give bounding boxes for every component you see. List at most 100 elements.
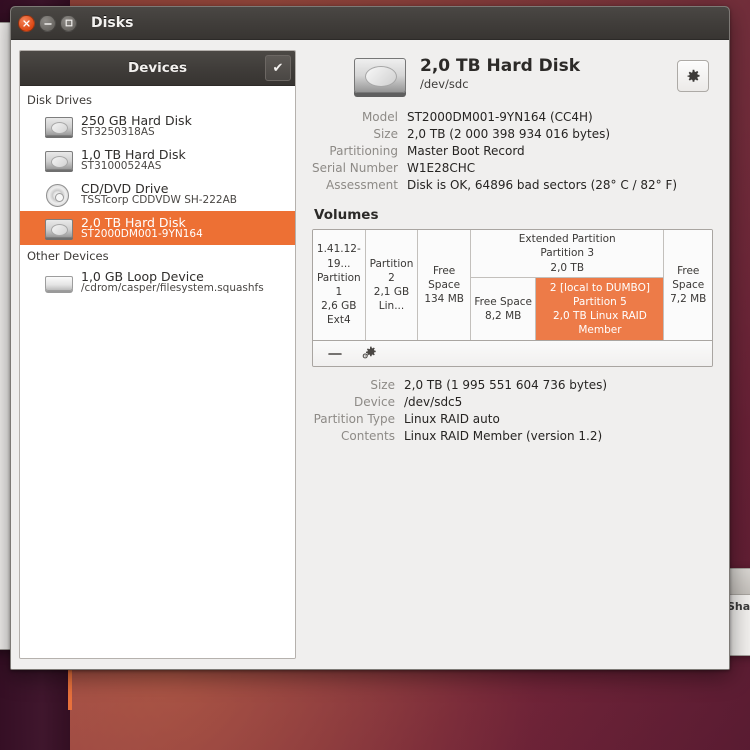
device-list: Disk Drives 250 GB Hard Disk ST3250318AS… [20, 86, 295, 658]
device-name: CD/DVD Drive [81, 182, 237, 196]
detail-label: Contents [312, 427, 404, 444]
detail-value: 2,0 TB (1 995 551 604 736 bytes) [404, 376, 713, 393]
devices-header: Devices ✔ [20, 51, 295, 86]
volume-line: 2,0 TB [519, 261, 616, 275]
volume-line: Partition 2 [369, 257, 415, 285]
volumes-toolbar [313, 340, 712, 366]
detail-row-partitioning: Partitioning Master Boot Record [312, 142, 713, 159]
sidebar-item-2tb-hard-disk[interactable]: 2,0 TB Hard Disk ST2000DM001-9YN164 [20, 211, 295, 245]
disks-window: Disks Devices ✔ Disk Drives 250 GB Hard … [10, 6, 730, 670]
volume-line: Free Space [667, 264, 709, 292]
device-name: 1,0 GB Loop Device [81, 270, 264, 284]
sidebar-item-250gb-hard-disk[interactable]: 250 GB Hard Disk ST3250318AS [20, 109, 295, 143]
volume-line: 8,2 MB [474, 309, 532, 323]
volume-line: 134 MB [421, 292, 467, 306]
launcher-active-indicator [68, 668, 72, 710]
detail-label: Partition Type [312, 410, 404, 427]
detail-value: Linux RAID Member (version 1.2) [404, 427, 713, 444]
disk-detail-panel: 2,0 TB Hard Disk /dev/sdc Model [296, 40, 729, 669]
volume-line: 7,2 MB [667, 292, 709, 306]
volume-line: 2,1 GB Lin... [369, 285, 415, 313]
volume-partition-2[interactable]: Partition 2 2,1 GB Lin... [366, 230, 419, 340]
loop-device-icon [44, 269, 74, 295]
partition-row-partition-type: Partition Type Linux RAID auto [312, 410, 713, 427]
volume-line: Extended Partition [519, 232, 616, 246]
device-model: ST31000524AS [81, 161, 186, 172]
device-model: TSSTcorp CDDVDW SH-222AB [81, 195, 237, 206]
maximize-icon[interactable] [60, 15, 77, 32]
detail-value: W1E28CHC [407, 159, 713, 176]
volume-free-space-7-2mb[interactable]: Free Space 7,2 MB [664, 230, 712, 340]
detail-row-serial-number: Serial Number W1E28CHC [312, 159, 713, 176]
window-title: Disks [91, 15, 133, 31]
partition-row-device: Device /dev/sdc5 [312, 393, 713, 410]
volumes-grid: 1.41.12-19... Partition 1 2,6 GB Ext4 Pa… [313, 230, 712, 340]
disk-details-table: Model ST2000DM001-9YN164 (CC4H) Size 2,0… [312, 108, 713, 193]
volumes-heading: Volumes [314, 207, 713, 223]
detail-value: Master Boot Record [407, 142, 713, 159]
sidebar-item-loop-device[interactable]: 1,0 GB Loop Device /cdrom/casper/filesys… [20, 265, 295, 299]
volume-line: 2,0 TB Linux RAID Member [539, 309, 660, 337]
detail-value: 2,0 TB (2 000 398 934 016 bytes) [407, 125, 713, 142]
window-titlebar[interactable]: Disks [11, 7, 729, 40]
device-model: ST2000DM001-9YN164 [81, 229, 203, 240]
extended-partition-header: Extended Partition Partition 3 2,0 TB [471, 230, 664, 277]
device-path: /cdrom/casper/filesystem.squashfs [81, 283, 264, 294]
devices-sidebar: Devices ✔ Disk Drives 250 GB Hard Disk S… [19, 50, 296, 659]
gear-icon[interactable] [677, 60, 709, 92]
volume-line: Free Space [421, 264, 467, 292]
detail-value: /dev/sdc5 [404, 393, 713, 410]
detail-label: Model [312, 108, 407, 125]
optical-disc-icon [44, 181, 74, 207]
detail-label: Assessment [312, 176, 407, 193]
volume-partition-5-selected[interactable]: 2 [local to DUMBO] Partition 5 2,0 TB Li… [536, 278, 663, 340]
minimize-icon[interactable] [39, 15, 56, 32]
detail-value: Disk is OK, 64896 bad sectors (28° C / 8… [407, 176, 713, 193]
extended-partition-children: Free Space 8,2 MB 2 [local to DUMBO] Par… [471, 277, 664, 340]
detail-label: Size [312, 376, 404, 393]
devices-header-title: Devices [128, 60, 187, 76]
volume-line: Partition 3 [519, 246, 616, 260]
detail-value: Linux RAID auto [404, 410, 713, 427]
volume-line: 2 [local to DUMBO] [539, 281, 660, 295]
device-name: 1,0 TB Hard Disk [81, 148, 186, 162]
sidebar-item-1tb-hard-disk[interactable]: 1,0 TB Hard Disk ST31000524AS [20, 143, 295, 177]
volume-partition-1[interactable]: 1.41.12-19... Partition 1 2,6 GB Ext4 [313, 230, 366, 340]
volume-line: 1.41.12-19... [316, 242, 362, 270]
device-name: 250 GB Hard Disk [81, 114, 192, 128]
volume-free-space-8-2mb[interactable]: Free Space 8,2 MB [471, 278, 536, 340]
window-body: Devices ✔ Disk Drives 250 GB Hard Disk S… [11, 40, 729, 669]
detail-label: Device [312, 393, 404, 410]
device-group-label-disk-drives: Disk Drives [20, 89, 295, 109]
device-group-label-other-devices: Other Devices [20, 245, 295, 265]
device-name: 2,0 TB Hard Disk [81, 216, 203, 230]
gear-small-icon[interactable] [359, 345, 379, 363]
partition-row-contents: Contents Linux RAID Member (version 1.2) [312, 427, 713, 444]
volume-extended-partition-3[interactable]: Extended Partition Partition 3 2,0 TB Fr… [471, 230, 665, 340]
hard-disk-icon [44, 113, 74, 139]
volume-free-space-134mb[interactable]: Free Space 134 MB [418, 230, 471, 340]
hard-disk-icon [44, 147, 74, 173]
detail-row-size: Size 2,0 TB (2 000 398 934 016 bytes) [312, 125, 713, 142]
detail-row-assessment: Assessment Disk is OK, 64896 bad sectors… [312, 176, 713, 193]
partition-details-table: Size 2,0 TB (1 995 551 604 736 bytes) De… [312, 376, 713, 444]
disk-header: 2,0 TB Hard Disk /dev/sdc [312, 54, 713, 102]
detail-row-model: Model ST2000DM001-9YN164 (CC4H) [312, 108, 713, 125]
detail-label: Size [312, 125, 407, 142]
device-model: ST3250318AS [81, 127, 192, 138]
minus-icon[interactable] [325, 345, 345, 363]
partition-row-size: Size 2,0 TB (1 995 551 604 736 bytes) [312, 376, 713, 393]
hard-disk-icon [44, 215, 74, 241]
volume-line: Free Space [474, 295, 532, 309]
volume-line: Partition 5 [539, 295, 660, 309]
page-title: 2,0 TB Hard Disk [420, 56, 580, 76]
detail-label: Serial Number [312, 159, 407, 176]
detail-value: ST2000DM001-9YN164 (CC4H) [407, 108, 713, 125]
check-icon[interactable]: ✔ [265, 55, 291, 81]
hard-disk-icon [354, 58, 410, 102]
close-icon[interactable] [18, 15, 35, 32]
volume-line: 2,6 GB Ext4 [316, 299, 362, 327]
sidebar-item-cd-dvd-drive[interactable]: CD/DVD Drive TSSTcorp CDDVDW SH-222AB [20, 177, 295, 211]
detail-label: Partitioning [312, 142, 407, 159]
disk-device-path: /dev/sdc [420, 77, 580, 91]
